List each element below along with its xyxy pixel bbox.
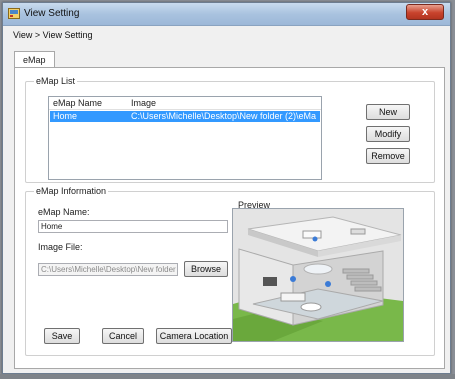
taskbar-edge — [0, 374, 455, 379]
remove-button[interactable]: Remove — [366, 148, 410, 164]
floorplan-illustration — [233, 209, 403, 341]
emap-name-field[interactable]: Home — [38, 220, 228, 233]
emap-information-group-label: eMap Information — [34, 186, 109, 196]
emap-name-label: eMap Name: — [38, 207, 90, 217]
modify-button[interactable]: Modify — [366, 126, 410, 142]
emap-information-group: eMap Information eMap Name: Home Image F… — [25, 186, 435, 356]
image-file-label: Image File: — [38, 242, 83, 252]
list-item[interactable]: Home C:\Users\Michelle\Desktop\New folde… — [50, 111, 320, 122]
new-button[interactable]: New — [366, 104, 410, 120]
close-button[interactable]: x — [406, 4, 444, 20]
close-icon: x — [421, 6, 429, 18]
app-icon — [8, 8, 20, 19]
browse-button[interactable]: Browse — [184, 261, 228, 277]
list-item-name: Home — [53, 111, 78, 121]
emap-list-group-label: eMap List — [34, 76, 78, 86]
emap-list-group: eMap List eMap Name Image Home C:\Users\… — [25, 76, 435, 183]
column-header-image[interactable]: Image — [131, 98, 156, 108]
emap-list-view[interactable]: eMap Name Image Home C:\Users\Michelle\D… — [48, 96, 322, 180]
title-bar[interactable]: View Setting x — [3, 3, 450, 26]
column-header-emap-name[interactable]: eMap Name — [53, 98, 102, 108]
window-title: View Setting — [24, 8, 80, 19]
image-file-field[interactable]: C:\Users\Michelle\Desktop\New folder — [38, 263, 178, 276]
breadcrumb: View > View Setting — [13, 30, 93, 40]
view-setting-window: View Setting x View > View Setting eMap … — [2, 2, 451, 374]
cancel-button[interactable]: Cancel — [102, 328, 144, 344]
camera-location-button[interactable]: Camera Location — [156, 328, 232, 344]
save-button[interactable]: Save — [44, 328, 80, 344]
tab-panel-emap: eMap List eMap Name Image Home C:\Users\… — [14, 67, 445, 369]
list-item-image-path: C:\Users\Michelle\Desktop\New folder (2)… — [131, 111, 317, 121]
tab-emap[interactable]: eMap — [14, 51, 55, 68]
preview-image — [232, 208, 404, 342]
list-header: eMap Name Image — [49, 97, 321, 110]
